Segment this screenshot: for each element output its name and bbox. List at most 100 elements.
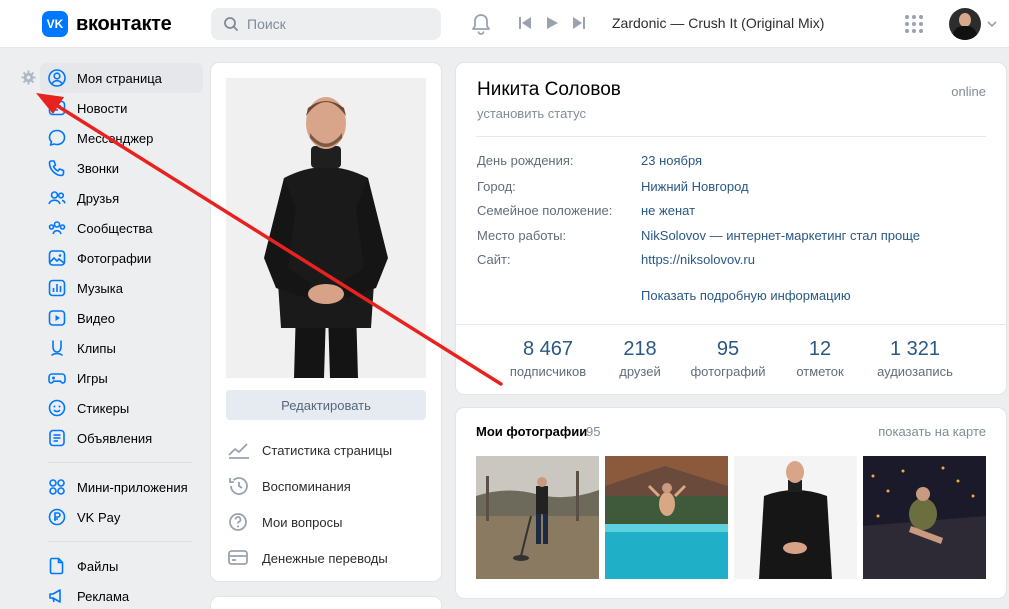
counter-friends[interactable]: 218 друзей [610,338,670,379]
show-on-map-link[interactable]: показать на карте [878,424,986,439]
previous-track-icon[interactable] [518,15,532,31]
counter-number: 218 [623,338,657,360]
counter-label: подписчиков [509,364,587,379]
page-stats-link[interactable]: Статистика страницы [227,432,392,468]
current-track-title[interactable]: Zardonic — Crush It (Original Mix) [612,15,824,31]
avatar-body [953,26,977,40]
profile-info-card: Никита Соловов установить статус online … [456,63,1006,394]
sidebar-item-label: Объявления [77,430,153,446]
vk-logo[interactable]: VK вконтакте [42,11,172,37]
info-value-link[interactable]: 23 ноября [641,153,702,168]
profile-photo[interactable] [226,78,426,378]
sidebar-item-advertising[interactable]: Реклама [40,581,203,609]
side-link-label: Воспоминания [262,478,351,494]
info-value-link[interactable]: Нижний Новгород [641,179,749,194]
counter-number: 95 [716,338,740,360]
sidebar-item-files[interactable]: Файлы [40,551,203,581]
search-input[interactable]: Поиск [211,8,441,40]
advertising-icon [49,589,61,603]
photo-pool-image [605,456,728,579]
phone-icon [48,160,65,177]
photos-icon [48,250,66,266]
friends-icon [48,191,66,205]
news-icon [48,100,66,116]
money-transfers-link[interactable]: Денежные переводы [227,540,392,576]
counter-label: друзей [619,364,661,379]
counter-photos[interactable]: 95 фотографий [688,338,768,379]
sidebar-item-label: VK Pay [77,509,121,525]
counter-audio[interactable]: 1 321 аудиозапись [870,338,960,379]
set-status-link[interactable]: установить статус [477,106,586,121]
photos-title[interactable]: Мои фотографии [476,424,587,439]
mini-apps-icon [49,479,65,495]
sidebar-item-label: Новости [77,100,128,116]
audio-player-controls [518,15,586,31]
memories-icon [229,477,248,495]
photo-thumbnail[interactable] [863,456,986,579]
sidebar-item-label: Клипы [77,340,116,356]
memories-link[interactable]: Воспоминания [227,468,392,504]
questions-icon [229,513,247,531]
play-icon[interactable] [545,15,559,31]
sidebar-item-video[interactable]: Видео [40,303,203,333]
info-row-site: Сайт: https://niksolovov.ru [477,252,755,267]
show-more-info-link[interactable]: Показать подробную информацию [641,288,851,303]
info-value-link[interactable]: https://niksolovov.ru [641,252,755,267]
sidebar-item-news[interactable]: Новости [40,93,203,123]
info-row-relationship: Семейное положение: не женат [477,203,695,218]
sidebar-item-stickers[interactable]: Стикеры [40,393,203,423]
counters-divider [456,324,1006,325]
bell-icon[interactable] [470,12,492,36]
music-icon [48,279,66,297]
side-link-label: Денежные переводы [262,550,388,566]
my-photos-card: Мои фотографии 95 показать на карте [456,408,1006,598]
sidebar-item-label: Мессенджер [77,130,154,146]
sidebar-item-calls[interactable]: Звонки [40,153,203,183]
sidebar-item-label: Фотографии [77,250,152,266]
stickers-icon [48,399,66,417]
sidebar-item-friends[interactable]: Друзья [40,183,203,213]
info-value-link[interactable]: NikSolovov — интернет-маркетинг стал про… [641,228,920,243]
apps-grid-icon[interactable] [904,14,924,34]
games-icon [48,373,66,384]
photos-count: 95 [586,424,601,439]
ads-icon [49,429,65,447]
photo-thumbnail[interactable] [734,456,857,579]
photo-thumbnail[interactable] [476,456,599,579]
next-track-icon[interactable] [572,15,586,31]
sidebar-item-ads[interactable]: Объявления [40,423,203,453]
info-value-link[interactable]: не женат [641,203,695,218]
avatar[interactable] [949,8,981,40]
sidebar-item-photos[interactable]: Фотографии [40,243,203,273]
edit-profile-button[interactable]: Редактировать [226,390,426,420]
video-icon [48,310,66,326]
photo-thumbnail[interactable] [605,456,728,579]
gear-icon[interactable] [21,70,36,85]
search-placeholder: Поиск [247,16,286,32]
sidebar-item-clips[interactable]: Клипы [40,333,203,363]
sidebar-item-label: Видео [77,310,115,326]
sidebar-item-music[interactable]: Музыка [40,273,203,303]
counter-followers[interactable]: 8 467 подписчиков [508,338,588,379]
info-row-city: Город: Нижний Новгород [477,179,749,194]
avatar-face [959,13,971,27]
sidebar-item-mini-apps[interactable]: Мини-приложения [40,472,203,502]
sidebar-item-messenger[interactable]: Мессенджер [40,123,203,153]
chevron-down-icon[interactable] [987,20,997,28]
vkpay-icon [48,508,66,526]
info-key: День рождения: [477,153,574,168]
sidebar-item-label: Друзья [77,190,120,206]
counter-number: 8 467 [522,338,574,360]
sidebar-item-communities[interactable]: Сообщества [40,213,203,243]
counter-tags[interactable]: 12 отметок [790,338,850,379]
info-row-birthday: День рождения: 23 ноября [477,153,702,168]
sidebar-item-vkpay[interactable]: VK Pay [40,502,203,532]
sidebar-item-my-page[interactable]: Моя страница [40,63,203,93]
my-questions-link[interactable]: Мои вопросы [227,504,392,540]
sidebar-item-games[interactable]: Игры [40,363,203,393]
sidebar-item-label: Файлы [77,558,119,574]
next-card-edge [211,597,441,609]
sidebar-item-label: Стикеры [77,400,130,416]
sidebar-item-label: Реклама [77,588,130,604]
profile-name: Никита Соловов [477,79,621,100]
